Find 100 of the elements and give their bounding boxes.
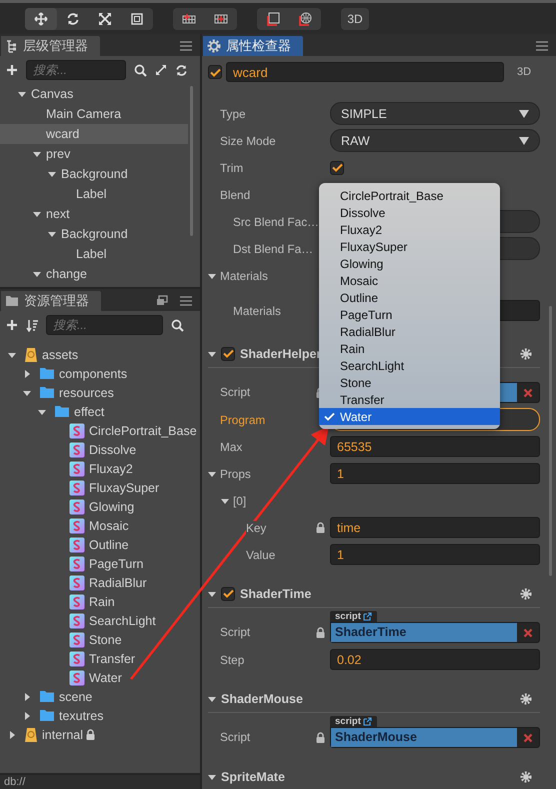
value-field[interactable]: 65535 — [330, 436, 540, 457]
collapsed-icon[interactable] — [23, 370, 31, 378]
expanded-icon[interactable] — [8, 350, 16, 359]
asset-item[interactable]: CirclePortrait_Base — [0, 421, 200, 440]
menu-option[interactable]: Transfer — [319, 391, 500, 408]
asset-item[interactable]: Glowing — [0, 497, 200, 516]
expand-icon[interactable] — [155, 64, 167, 76]
component-header[interactable]: ShaderTime — [208, 580, 540, 608]
expanded-icon[interactable] — [38, 408, 46, 416]
tree-item[interactable]: Background — [0, 224, 188, 244]
expanded-icon[interactable] — [33, 270, 41, 278]
scrollbar[interactable] — [190, 86, 193, 236]
tree-item[interactable]: Background — [0, 164, 188, 184]
checkbox[interactable] — [330, 160, 344, 174]
inspector-tab[interactable]: 属性检查器 — [203, 36, 303, 56]
sort-icon[interactable] — [26, 318, 38, 332]
asset-item[interactable]: Dissolve — [0, 440, 200, 460]
component-header[interactable]: SpriteMate — [208, 763, 540, 789]
asset-item[interactable]: PageTurn — [0, 554, 200, 574]
expanded-icon[interactable] — [208, 470, 216, 478]
hierarchy-tab[interactable]: 层级管理器 — [1, 36, 100, 56]
asset-item[interactable]: Transfer — [0, 649, 200, 668]
asset-item[interactable]: assets — [0, 345, 200, 364]
menu-option[interactable]: CirclePortrait_Base — [319, 187, 500, 204]
menu-option[interactable]: Fluxay2 — [319, 221, 500, 238]
settings-icon[interactable] — [520, 770, 532, 782]
search-field[interactable]: 搜索... — [46, 315, 163, 336]
add-icon[interactable] — [6, 64, 18, 76]
asset-item[interactable]: Outline — [0, 535, 200, 554]
expanded-icon[interactable] — [208, 350, 216, 358]
window-icon[interactable] — [156, 295, 168, 306]
expanded-icon[interactable] — [33, 150, 41, 158]
expanded-icon[interactable] — [208, 694, 216, 702]
menu-icon[interactable] — [180, 296, 192, 306]
dropdown-field[interactable]: RAW — [330, 129, 540, 152]
expanded-icon[interactable] — [208, 272, 216, 280]
asset-item[interactable]: effect — [0, 402, 200, 422]
asset-item[interactable]: scene — [0, 687, 200, 706]
search-icon[interactable] — [134, 64, 147, 76]
remove-icon[interactable] — [523, 388, 533, 398]
expanded-icon[interactable] — [48, 230, 56, 238]
value-field[interactable]: 1 — [330, 463, 540, 484]
script-tag[interactable]: script — [330, 716, 377, 727]
expanded-icon[interactable] — [23, 388, 31, 397]
expanded-icon[interactable] — [208, 772, 216, 780]
value-field[interactable]: time — [330, 517, 540, 538]
tree-item[interactable]: next — [0, 204, 188, 224]
tree-item[interactable]: Main Camera — [0, 104, 188, 124]
menu-icon[interactable] — [536, 41, 548, 51]
tree-item[interactable]: prev — [0, 144, 188, 164]
remove-icon[interactable] — [523, 732, 533, 742]
add-icon[interactable] — [6, 319, 18, 332]
asset-field[interactable]: ShaderMouse — [330, 727, 540, 748]
menu-option[interactable]: Water — [319, 408, 500, 425]
settings-icon[interactable] — [520, 348, 532, 360]
remove-icon[interactable] — [523, 628, 533, 638]
assets-tab[interactable]: 资源管理器 — [1, 291, 101, 312]
dropdown-field[interactable]: SIMPLE — [330, 102, 540, 125]
asset-item[interactable]: Water — [0, 668, 200, 688]
tree-item[interactable]: Label — [0, 184, 188, 204]
settings-icon[interactable] — [520, 692, 532, 704]
tree-item[interactable]: Label — [0, 244, 188, 264]
menu-option[interactable]: Dissolve — [319, 204, 500, 221]
collapsed-icon[interactable] — [23, 712, 31, 720]
menu-option[interactable]: PageTurn — [319, 306, 500, 323]
expanded-icon[interactable] — [48, 170, 56, 178]
value-field[interactable]: 0.02 — [330, 649, 540, 670]
name-field[interactable]: wcard — [226, 62, 504, 82]
script-tag[interactable]: script — [330, 611, 377, 622]
asset-item[interactable]: resources — [0, 383, 200, 402]
menu-option[interactable]: Glowing — [319, 255, 500, 272]
menu-option[interactable]: SearchLight — [319, 357, 500, 374]
menu-option[interactable]: RadialBlur — [319, 323, 500, 340]
checkbox[interactable] — [221, 346, 235, 360]
menu-option[interactable]: FluxaySuper — [319, 238, 500, 255]
asset-item[interactable]: Rain — [0, 592, 200, 612]
tree-item[interactable]: change — [0, 264, 188, 284]
menu-icon[interactable] — [180, 41, 192, 51]
asset-field[interactable]: ShaderTime — [330, 622, 540, 643]
scrollbar[interactable] — [549, 306, 552, 576]
refresh-icon[interactable] — [175, 64, 188, 76]
asset-item[interactable]: Stone — [0, 630, 200, 650]
collapsed-icon[interactable] — [23, 692, 31, 701]
tree-item[interactable]: Canvas — [0, 84, 188, 104]
asset-item[interactable]: texutres — [0, 706, 200, 726]
expanded-icon[interactable] — [18, 90, 26, 98]
asset-item[interactable]: FluxaySuper — [0, 478, 200, 498]
checkbox[interactable] — [208, 65, 222, 79]
checkbox[interactable] — [221, 586, 235, 600]
asset-item[interactable]: RadialBlur — [0, 573, 200, 592]
component-header[interactable]: ShaderMouse — [208, 685, 540, 713]
expanded-icon[interactable] — [208, 590, 216, 598]
menu-option[interactable]: Rain — [319, 340, 500, 357]
search-icon[interactable] — [171, 318, 184, 332]
menu-option[interactable]: Stone — [319, 374, 500, 391]
collapsed-icon[interactable] — [8, 730, 16, 739]
value-field[interactable]: 1 — [330, 544, 540, 565]
3d-view-button[interactable]: 3D — [341, 8, 369, 30]
asset-item[interactable]: components — [0, 364, 200, 384]
expanded-icon[interactable] — [221, 496, 229, 504]
